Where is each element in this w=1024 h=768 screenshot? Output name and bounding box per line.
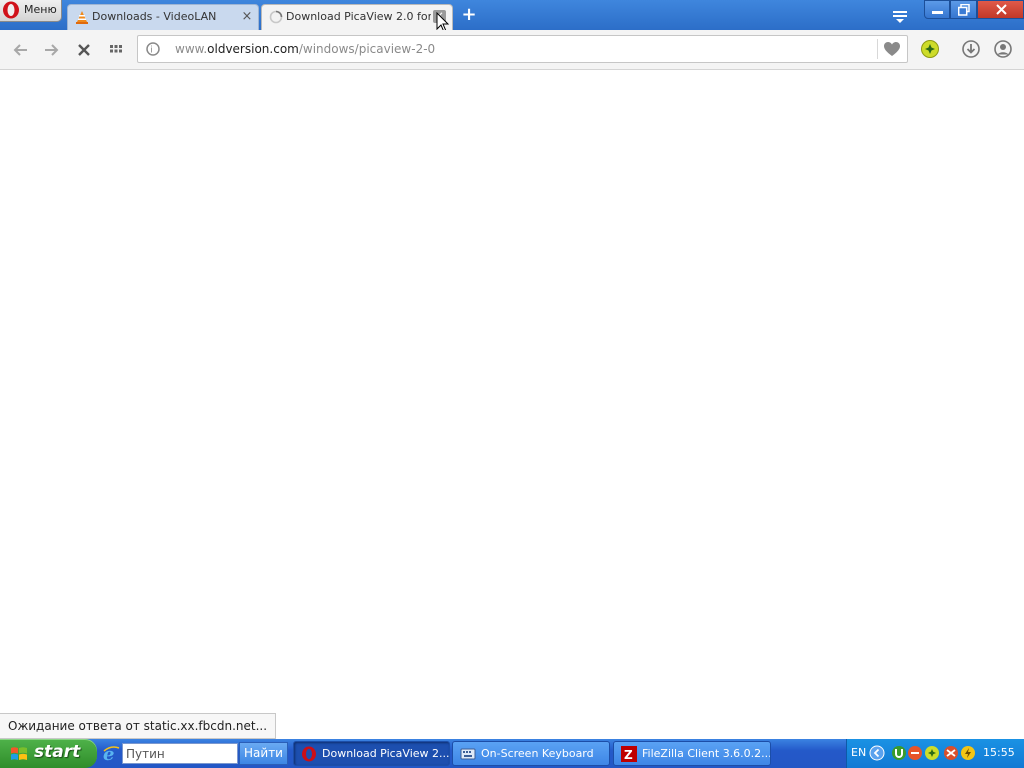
restore-button[interactable]: [950, 0, 977, 19]
back-arrow-icon[interactable]: [10, 39, 32, 61]
svg-text:Z: Z: [624, 748, 633, 762]
site-info-icon[interactable]: i: [146, 42, 160, 56]
loading-spinner-icon: [269, 10, 283, 24]
windows-flag-icon: [11, 747, 27, 760]
taskbar-item-label: FileZilla Client 3.6.0.2....: [642, 747, 771, 760]
tab-close-icon[interactable]: ×: [240, 10, 254, 24]
clock: 15:55: [983, 746, 1015, 759]
taskbar-item-label: Download PicaView 2....: [322, 747, 450, 760]
tab-picaview[interactable]: Download PicaView 2.0 for Windows ✕: [261, 4, 453, 30]
opera-logo-icon: [3, 1, 19, 19]
extension-coin-icon[interactable]: [920, 39, 940, 59]
internet-explorer-icon[interactable]: e: [102, 744, 120, 762]
start-button[interactable]: start: [0, 739, 97, 768]
language-indicator[interactable]: EN: [851, 746, 866, 759]
url-prefix: www.: [175, 42, 208, 56]
power-plug-icon[interactable]: [960, 745, 976, 761]
stop-loading-icon[interactable]: [73, 39, 95, 61]
tray-collapse-chevron-icon[interactable]: [869, 745, 885, 761]
url-host: oldversion.com: [207, 42, 299, 56]
start-label: start: [34, 742, 81, 762]
status-bar-text: Ожидание ответа от static.xx.fbcdn.net..…: [0, 713, 277, 739]
download-icon[interactable]: [961, 39, 981, 59]
taskbar-search-button[interactable]: Найти: [239, 742, 288, 765]
system-tray: EN 15:55: [846, 739, 1024, 768]
address-bar[interactable]: i www.oldversion.com/windows/picaview-2-…: [137, 35, 908, 63]
bookmark-heart-icon[interactable]: [881, 39, 903, 59]
minimize-icon: [932, 11, 943, 14]
vlc-cone-icon: [76, 11, 88, 24]
filezilla-icon: Z: [621, 746, 637, 762]
tab-videolan[interactable]: Downloads - VideoLAN ×: [67, 4, 259, 30]
taskbar-item-filezilla[interactable]: Z FileZilla Client 3.6.0.2....: [613, 741, 771, 766]
keyboard-icon: [460, 748, 476, 760]
opera-menu-button[interactable]: Меню: [0, 0, 62, 22]
stop-sign-icon[interactable]: [907, 745, 923, 761]
tab-label: Download PicaView 2.0 for Windows: [286, 10, 431, 23]
url-text[interactable]: www.oldversion.com/windows/picaview-2-0: [175, 42, 435, 56]
browser-nav-bar: i www.oldversion.com/windows/picaview-2-…: [0, 30, 1024, 70]
tab-menu-icon[interactable]: [890, 7, 910, 25]
extension-coin-tray-icon[interactable]: [924, 745, 940, 761]
menu-label: Меню: [24, 3, 57, 16]
windows-taskbar: start e Найти Download PicaView 2.... On…: [0, 739, 1024, 768]
utorrent-icon[interactable]: [891, 745, 907, 761]
opera-icon: [302, 746, 316, 762]
new-tab-button[interactable]: +: [460, 6, 478, 24]
speed-dial-grid-icon[interactable]: [105, 39, 127, 61]
url-path: /windows/picaview-2-0: [298, 42, 436, 56]
taskbar-search-input[interactable]: [122, 743, 238, 764]
account-icon[interactable]: [993, 39, 1013, 59]
network-icon[interactable]: [943, 745, 959, 761]
forward-arrow-icon[interactable]: [40, 39, 62, 61]
tab-label: Downloads - VideoLAN: [92, 10, 217, 23]
address-bar-divider: [877, 39, 878, 59]
taskbar-item-opera[interactable]: Download PicaView 2....: [293, 741, 450, 766]
svg-text:i: i: [150, 46, 153, 56]
minimize-button[interactable]: [924, 0, 950, 19]
close-icon: [996, 4, 1007, 15]
browser-tab-bar: Меню Downloads - VideoLAN × Download Pic…: [0, 0, 1024, 33]
taskbar-item-label: On-Screen Keyboard: [481, 747, 594, 760]
taskbar-item-on-screen-keyboard[interactable]: On-Screen Keyboard: [452, 741, 610, 766]
restore-icon: [958, 4, 970, 16]
page-content: [0, 70, 1024, 713]
close-window-button[interactable]: [977, 0, 1024, 19]
